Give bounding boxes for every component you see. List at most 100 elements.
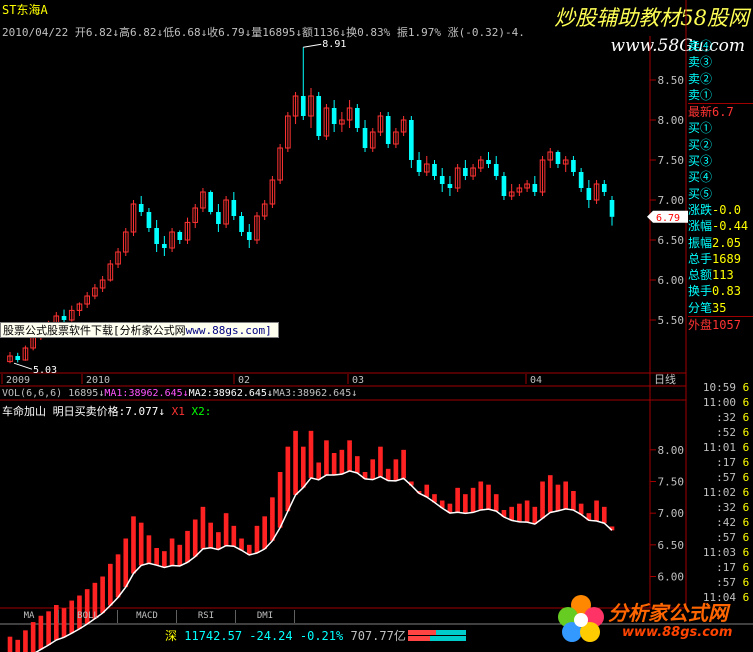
ind-bar (401, 449, 406, 479)
price-tick-label-4: 7.50 (658, 154, 685, 167)
tick-time: :57 (716, 576, 736, 589)
tick-value: 6 (736, 411, 750, 424)
quote-label: 买③ (688, 154, 713, 169)
tab-ma[interactable]: MA (0, 610, 59, 623)
quote-panel: 卖④ 卖③ 卖② 卖① 最新6.7 买① 买② 买③ 买④ 买⑤ 涨跌-0.0 涨幅-0.44 振幅2.… (688, 38, 753, 333)
ind-tick-label-1: 6.50 (658, 539, 685, 552)
candles-layer (7, 47, 615, 364)
candle-body (362, 128, 368, 148)
date-label-1: 2010 (86, 375, 110, 386)
price-tick-label-6: 8.50 (658, 74, 685, 87)
logo-title: 分析家公式网 (608, 601, 728, 625)
axis-labels: 5.50 6.00 6.50 7.00 7.50 8.00 8.50 2009 2010 02 03… (6, 39, 688, 584)
quote-row: 换手0.83 (688, 283, 753, 299)
ind-bar (7, 636, 13, 652)
ind-bar (555, 484, 561, 511)
tab-macd[interactable]: MACD (118, 610, 177, 623)
ind-tick-label-0: 6.00 (658, 571, 685, 584)
quote-label: 涨跌 (688, 202, 713, 217)
quote-label: 买② (688, 137, 713, 152)
market-change: -24.24 (249, 629, 293, 643)
quote-row: 买② (688, 137, 753, 153)
tick-time: 11:00 (702, 396, 736, 409)
ind-bar (23, 630, 28, 652)
quote-label: 总手 (688, 251, 713, 266)
tick-row: 11:01 6 (690, 440, 753, 455)
ind-bar (324, 440, 329, 475)
quote-label: 涨幅 (688, 219, 713, 234)
candle-body (532, 184, 538, 192)
tick-row: :42 6 (690, 515, 753, 530)
tick-value: 6 (736, 576, 750, 589)
price-tick-label-2: 6.50 (658, 234, 685, 247)
tab-boll[interactable]: BOLL (59, 610, 118, 623)
ind-line (34, 470, 613, 652)
price-tick-label-0: 5.50 (658, 314, 685, 327)
status-bar: 深 11742.57 -24.24 -0.21% 707.77亿 (165, 627, 406, 644)
ind-bar (216, 532, 221, 550)
ind-bar (270, 497, 275, 541)
quote-row: 涨跌-0.0 (688, 202, 753, 218)
quote-label: 振幅 (688, 235, 713, 250)
quote-label: 总额 (688, 268, 713, 283)
tick-row: 11:00 6 (690, 395, 753, 410)
candle-body (231, 200, 237, 216)
period-label: 日线 (654, 372, 676, 386)
candle-body (432, 164, 437, 176)
tick-value: 6 (736, 426, 750, 439)
tick-time: :32 (716, 501, 736, 514)
quote-label: 卖① (688, 87, 713, 102)
candle-body (61, 316, 67, 320)
quote-label: 买① (688, 121, 713, 136)
candle-body (15, 356, 21, 360)
tick-time: :17 (716, 561, 736, 574)
breadth-bar (408, 630, 466, 641)
tick-time: :17 (716, 456, 736, 469)
tab-rsi[interactable]: RSI (177, 610, 236, 623)
tick-value: 6 (736, 591, 750, 604)
ind-bar (192, 519, 198, 557)
tab-dmi[interactable]: DMI (236, 610, 295, 623)
quote-row: 买⑤ (688, 186, 753, 202)
tick-time: 10:59 (702, 381, 736, 394)
ind-bar (424, 484, 430, 498)
vol-legend-ma3: MA3:38962.645↓ (272, 388, 358, 399)
quote-row: 买① (688, 120, 753, 136)
tick-value: 6 (736, 381, 750, 394)
ind-bar (177, 544, 183, 566)
ind-bar (370, 459, 376, 480)
tick-time: 11:03 (702, 546, 736, 559)
ind-bar (277, 472, 283, 528)
min-label: 5.03 (33, 365, 57, 376)
ind-bar (455, 487, 460, 513)
ind-bar (378, 446, 383, 477)
ind-bar (563, 481, 569, 509)
quote-label: 买⑤ (688, 186, 713, 201)
tick-value: 6 (736, 441, 750, 454)
candle-body (586, 188, 592, 200)
candle-body (409, 120, 414, 160)
candle-body (439, 176, 445, 184)
price-tick-label-5: 8.00 (658, 114, 685, 127)
quote-row: 卖③ (688, 54, 753, 70)
ind-bar (347, 440, 352, 471)
tick-value: 6 (736, 501, 750, 514)
market-pct: -0.21% (299, 629, 344, 643)
last-price-label: 6.79 (656, 213, 680, 224)
flower-logo-icon (558, 595, 604, 642)
tick-time: :42 (716, 516, 736, 529)
quote-value: -0.44 (712, 219, 749, 234)
ind-bar (293, 430, 298, 495)
indicator-x2: X2: (191, 405, 212, 418)
ad-site[interactable]: www.88gs.com] (186, 324, 272, 337)
logo-url: www.88gs.com (622, 625, 733, 640)
ind-bar (131, 516, 136, 574)
quote-value: 113 (712, 268, 734, 283)
ad-banner[interactable]: 股票公式股票软件下载[分析家公式网www.88gs.com] (0, 322, 279, 338)
vol-legend: VOL(6,6,6) 16895↓MA1:38962.645↓MA2:38962… (2, 388, 357, 399)
ind-bar (571, 491, 576, 511)
tick-time: :57 (716, 471, 736, 484)
max-label: 8.91 (322, 39, 346, 50)
ind-bar (30, 622, 36, 652)
candle-body (246, 232, 252, 240)
